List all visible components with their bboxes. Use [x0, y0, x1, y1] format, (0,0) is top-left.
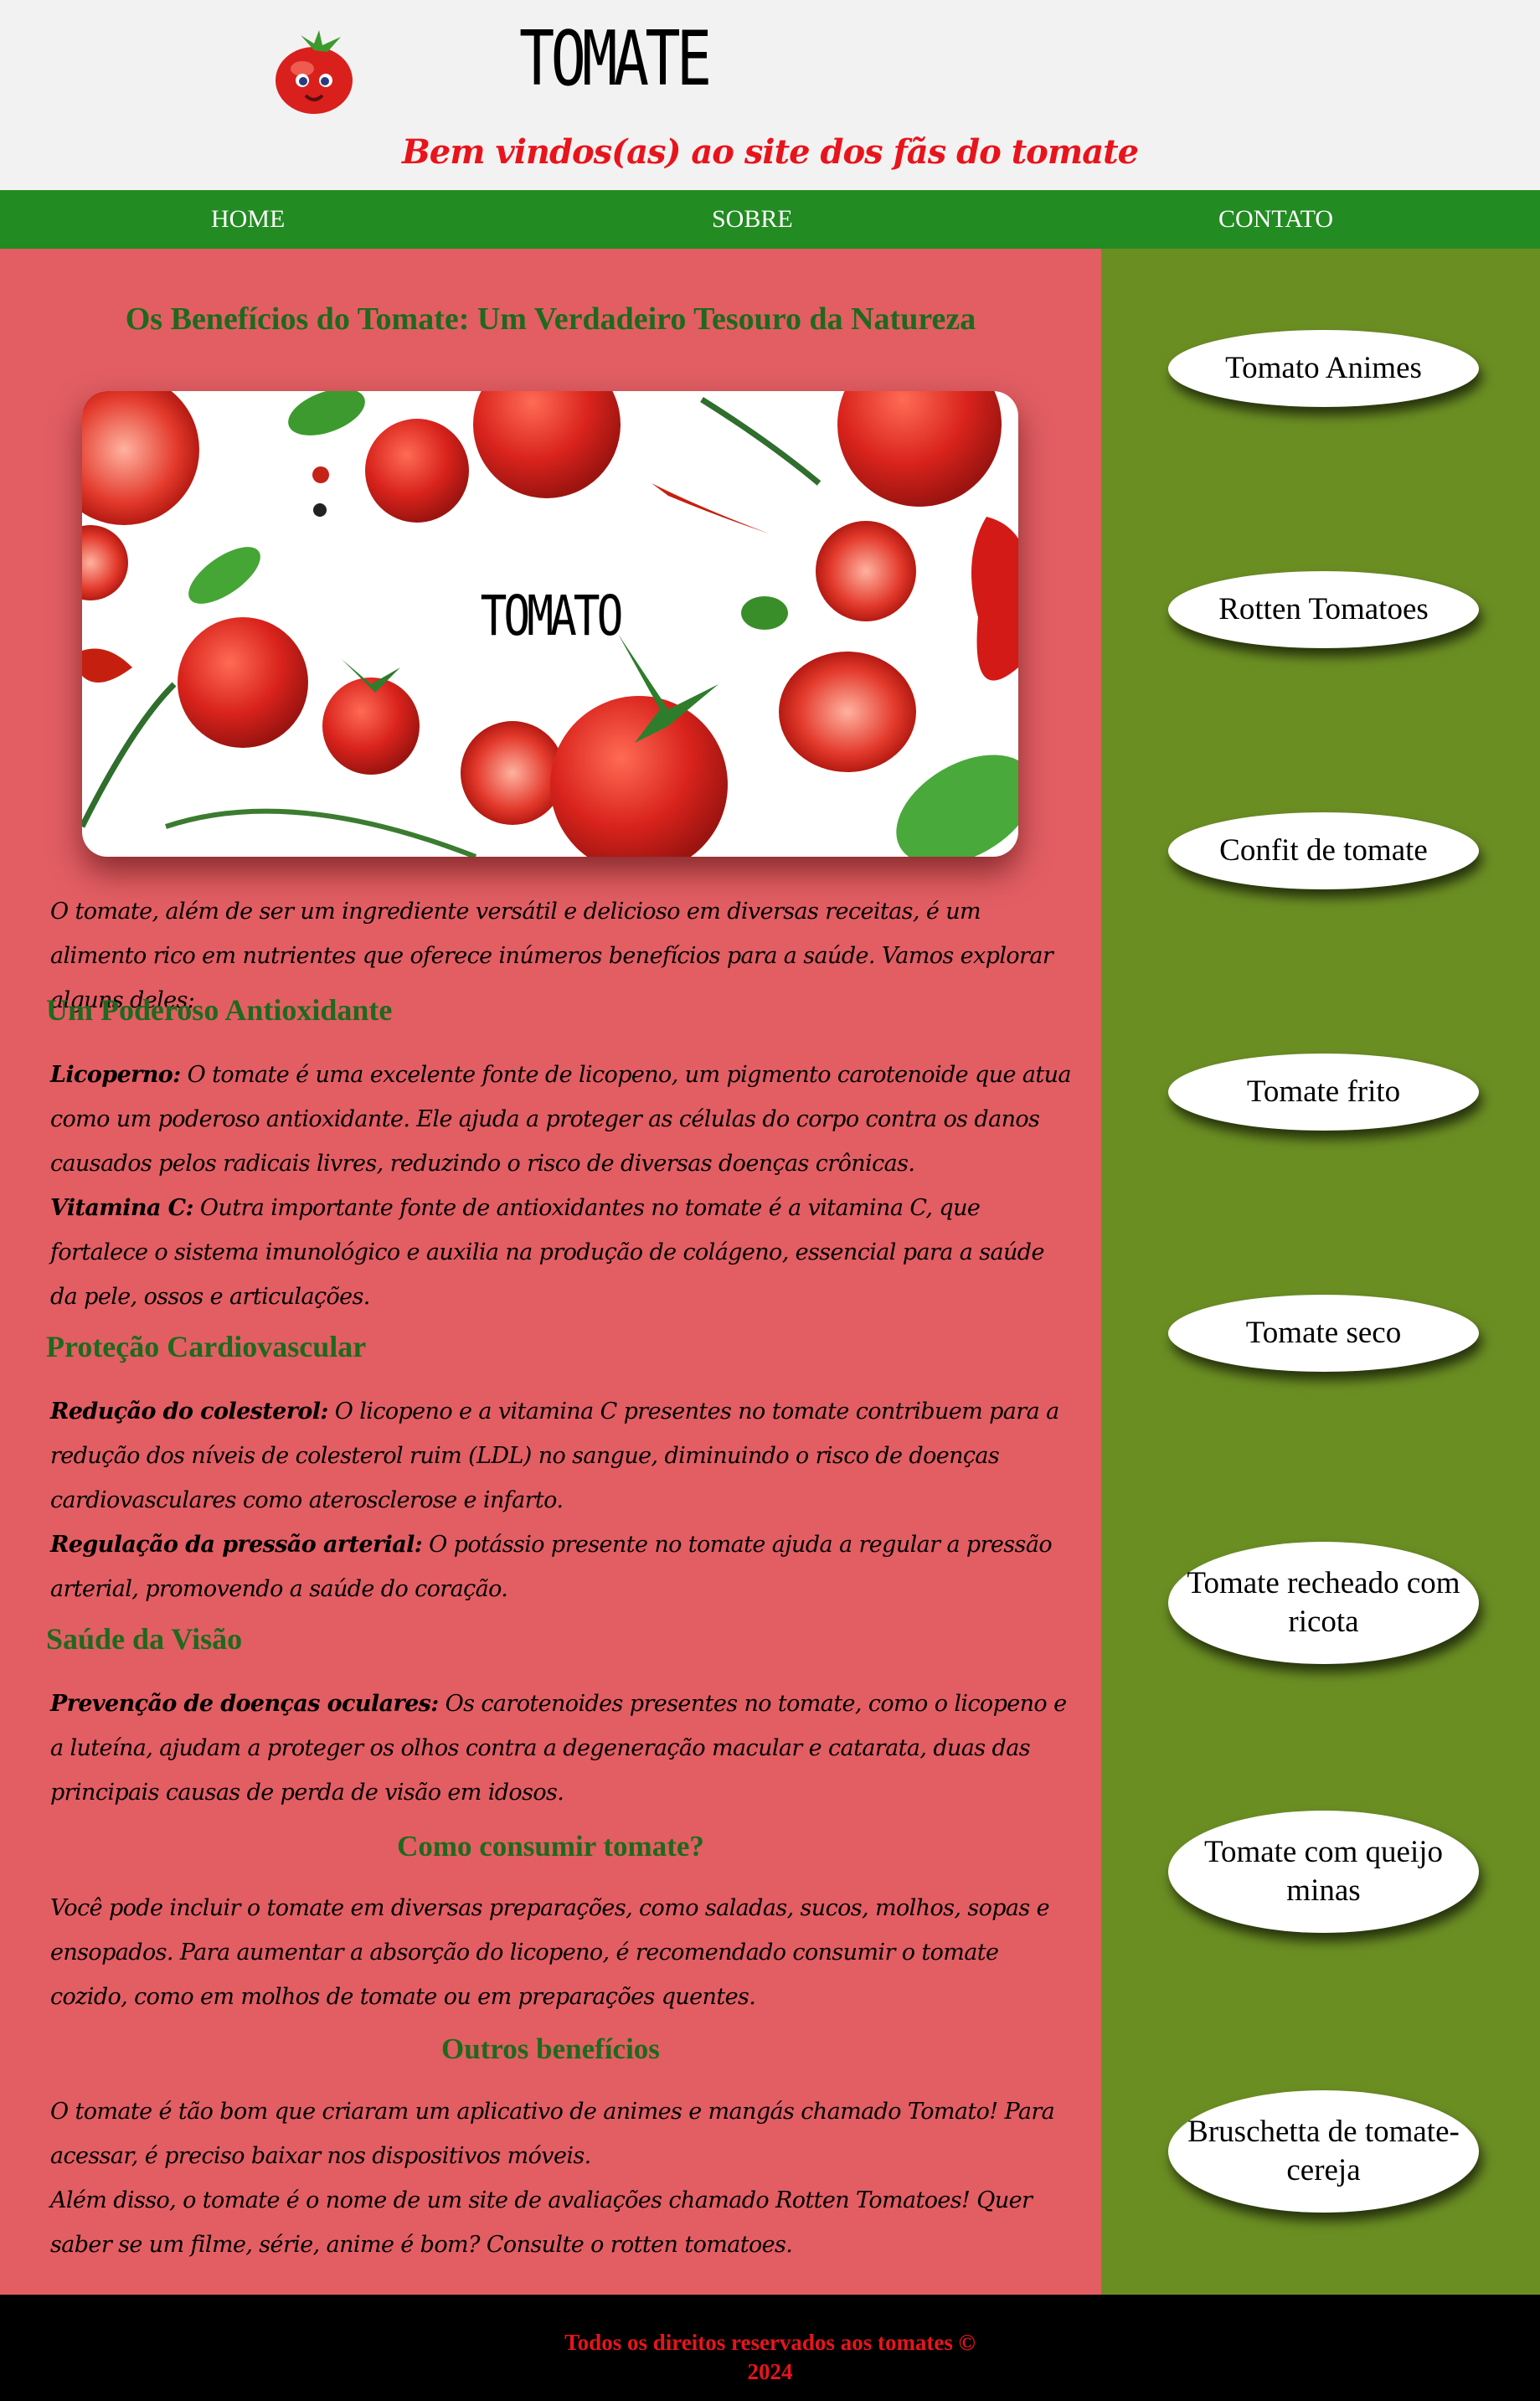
welcome-message: Bem vindos(as) ao site dos fãs do tomate — [0, 132, 1540, 172]
sidebar — [1101, 249, 1540, 2295]
sidebar-link-tomate-queijo-minas[interactable]: Tomate com queijo minas — [1168, 1811, 1479, 1933]
section-title-vision: Saúde da Visão — [46, 1622, 243, 1656]
main-nav: HOME SOBRE CONTATO — [0, 190, 1540, 249]
consume-title: Como consumir tomate? — [397, 1830, 704, 1863]
sidebar-link-tomate-recheado[interactable]: Tomate recheado com ricota — [1168, 1542, 1479, 1664]
cardio-item-cholesterol: Redução do colesterol: O licopeno e a vi… — [50, 1389, 1072, 1523]
hero-image: TOMATO — [82, 391, 1018, 857]
item-label: Vitamina C: — [50, 1195, 194, 1221]
footer-line-1: Todos os direitos reservados aos tomates… — [564, 2330, 976, 2355]
site-title: TOMATE — [519, 15, 712, 103]
item-text: O tomate é uma excelente fonte de licope… — [50, 1062, 1072, 1177]
sidebar-link-tomato-animes[interactable]: Tomato Animes — [1168, 330, 1479, 407]
nav-home[interactable]: HOME — [211, 190, 285, 249]
nav-sobre[interactable]: SOBRE — [712, 190, 793, 249]
tomato-mascot-icon — [276, 30, 353, 114]
cardio-item-blood-pressure: Regulação da pressão arterial: O potássi… — [50, 1523, 1072, 1611]
section-title-cardiovascular: Proteção Cardiovascular — [46, 1330, 367, 1363]
site-footer: Todos os direitos reservados aos tomates… — [0, 2295, 1540, 2401]
section-title-antioxidant: Um Poderoso Antioxidante — [46, 993, 393, 1027]
others-paragraph-1: O tomate é tão bom que criaram um aplica… — [50, 2099, 1055, 2169]
nav-contato[interactable]: CONTATO — [1218, 190, 1333, 249]
others-paragraph-2: Além disso, o tomate é o nome de um site… — [50, 2187, 1033, 2258]
item-label: Licoperno: — [50, 1062, 181, 1088]
hero-text: TOMATO — [480, 584, 624, 648]
site-header: TOMATE Bem vindos(as) ao site dos fãs do… — [0, 0, 1540, 190]
sidebar-link-tomate-seco[interactable]: Tomate seco — [1168, 1295, 1479, 1372]
item-label: Regulação da pressão arterial: — [50, 1532, 423, 1558]
item-label: Prevenção de doenças oculares: — [50, 1691, 439, 1717]
item-text: Outra importante fonte de antioxidantes … — [50, 1195, 1044, 1310]
main-content: Os Benefícios do Tomate: Um Verdadeiro T… — [0, 249, 1101, 2295]
sidebar-link-rotten-tomatoes[interactable]: Rotten Tomatoes — [1168, 571, 1479, 648]
sidebar-link-confit-de-tomate[interactable]: Confit de tomate — [1168, 812, 1479, 889]
sidebar-link-tomate-frito[interactable]: Tomate frito — [1168, 1054, 1479, 1131]
item-label: Redução do colesterol: — [50, 1399, 328, 1425]
others-title: Outros benefícios — [441, 2033, 660, 2065]
consume-paragraph: Você pode incluir o tomate em diversas p… — [50, 1895, 1050, 2010]
antioxidant-item-licopeno: Licoperno: O tomate é uma excelente font… — [50, 1053, 1072, 1186]
welcome-text: Bem vindos(as) ao site dos fãs do tomate — [401, 132, 1139, 172]
sidebar-link-bruschetta[interactable]: Bruschetta de tomate-cereja — [1168, 2090, 1479, 2213]
vision-item-eye-diseases: Prevenção de doenças oculares: Os carote… — [50, 1682, 1072, 1815]
footer-copyright: Todos os direitos reservados aos tomates… — [0, 2328, 1540, 2387]
footer-line-2: 2024 — [747, 2359, 793, 2384]
antioxidant-item-vitamin-c: Vitamina C: Outra importante fonte de an… — [50, 1186, 1072, 1319]
page-title: Os Benefícios do Tomate: Um Verdadeiro T… — [125, 301, 976, 337]
